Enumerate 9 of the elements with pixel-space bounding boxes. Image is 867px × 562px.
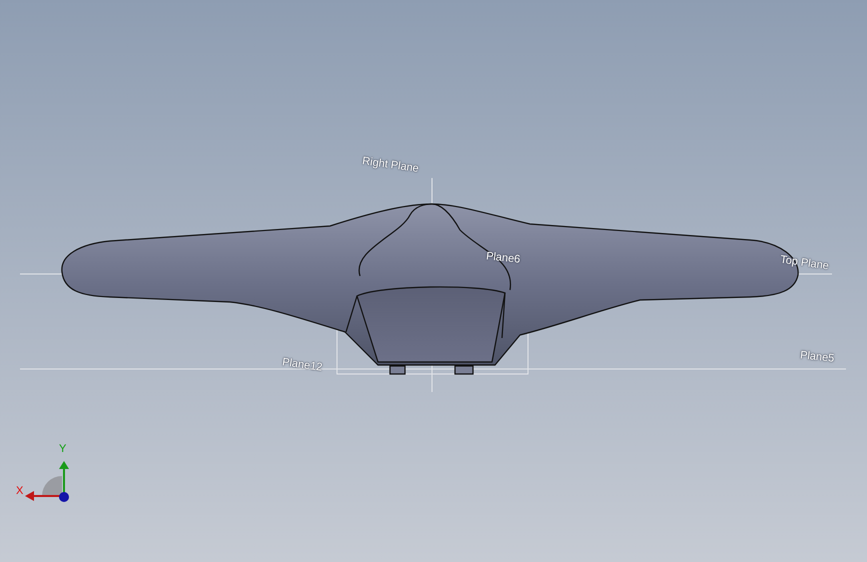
plane-label: Plane6 <box>486 251 521 266</box>
plane-label: Plane5 <box>800 350 835 365</box>
model-viewport[interactable]: Right Plane Plane6 Top Plane Plane5 Plane12 X Y <box>0 0 867 562</box>
plane-label: Plane12 <box>281 357 323 374</box>
3d-model-drawing[interactable] <box>61 203 799 375</box>
plane-label: Top Plane <box>779 254 830 272</box>
y-axis-label: Y <box>59 444 66 455</box>
plane-label: Right Plane <box>362 156 420 175</box>
x-axis-label: X <box>16 486 24 497</box>
